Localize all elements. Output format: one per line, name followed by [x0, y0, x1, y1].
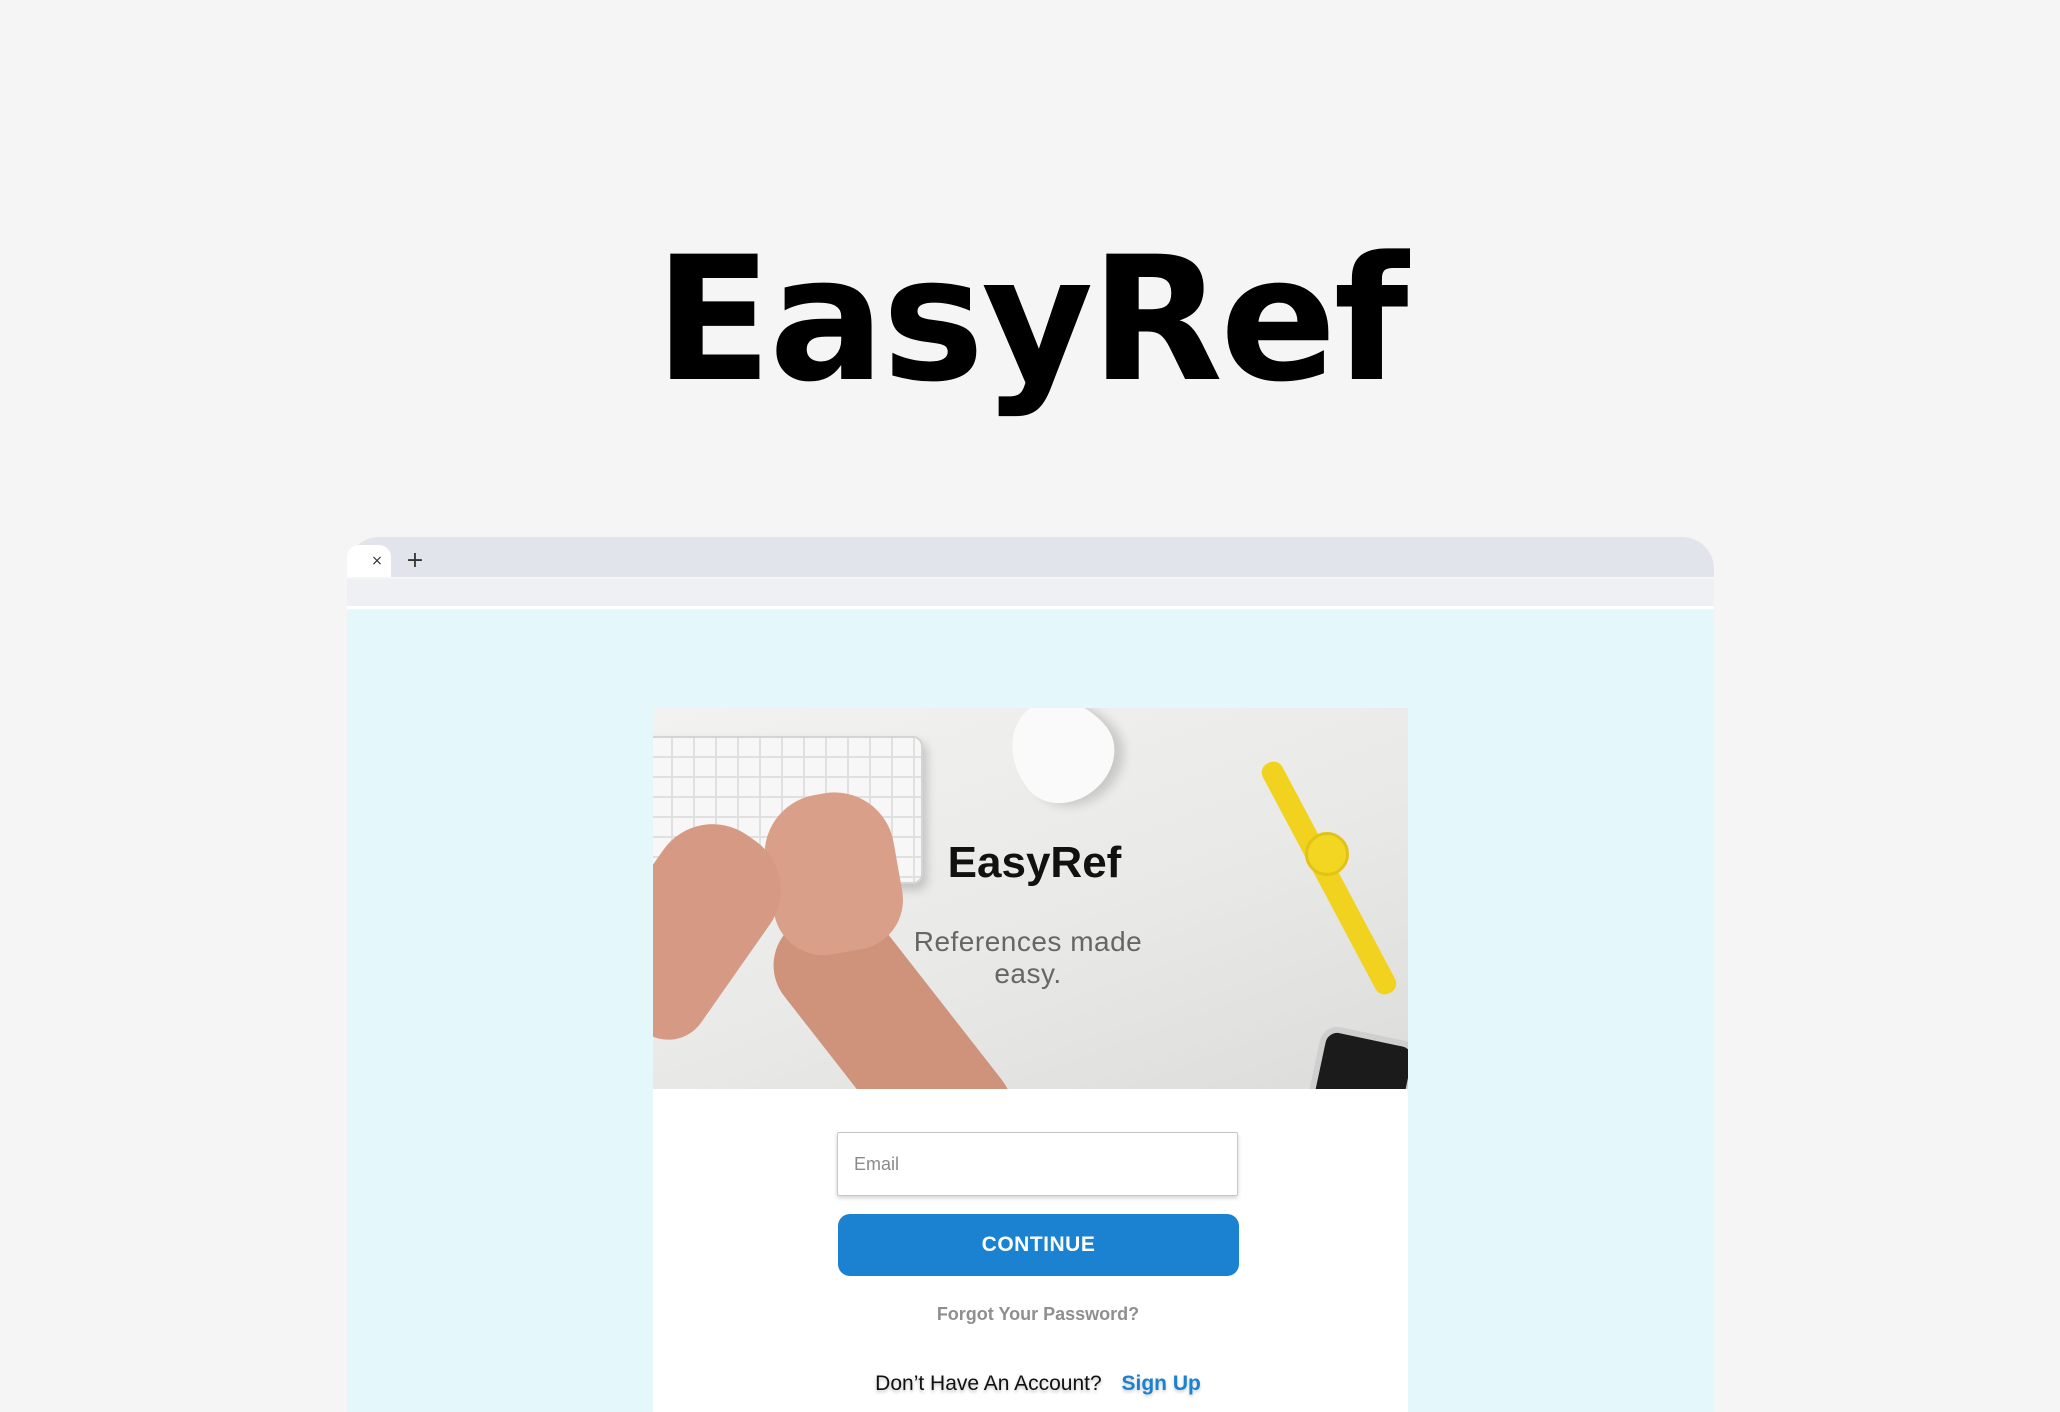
hero-image: EasyRef References made easy.: [653, 708, 1408, 1089]
browser-window: × + EasyRef References made easy. CONTIN…: [347, 537, 1714, 1412]
login-card: EasyRef References made easy. CONTINUE F…: [653, 708, 1408, 1412]
forgot-password-link[interactable]: Forgot Your Password?: [653, 1304, 1423, 1325]
new-tab-icon[interactable]: +: [401, 545, 429, 577]
hero-subtitle: References made easy.: [913, 926, 1143, 989]
hero-title: EasyRef: [947, 838, 1122, 887]
address-bar[interactable]: [347, 579, 1714, 609]
continue-button[interactable]: CONTINUE: [838, 1214, 1239, 1276]
tab-bar: × +: [347, 537, 1714, 577]
signup-link[interactable]: Sign Up: [1122, 1372, 1201, 1395]
browser-tab[interactable]: ×: [347, 545, 391, 577]
page-title: EasyRef: [654, 219, 1409, 420]
close-icon[interactable]: ×: [347, 545, 407, 577]
signup-row: Don’t Have An Account? Sign Up: [653, 1372, 1423, 1396]
email-field[interactable]: [837, 1132, 1238, 1196]
phone-illustration: [1304, 1023, 1408, 1089]
browser-viewport: EasyRef References made easy. CONTINUE F…: [347, 610, 1714, 1412]
mouse-illustration: [989, 708, 1133, 822]
signup-prompt: Don’t Have An Account?: [875, 1372, 1102, 1395]
